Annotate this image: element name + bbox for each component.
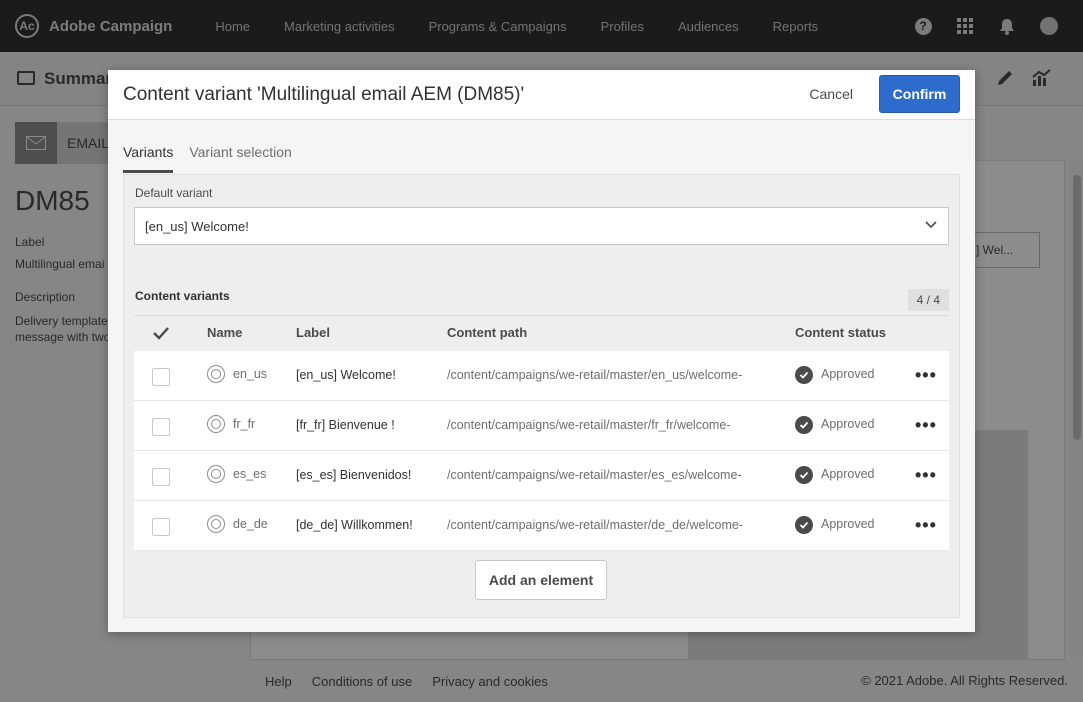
- select-all-check-icon[interactable]: [152, 324, 170, 342]
- dialog-title: Content variant 'Multilingual email AEM …: [123, 84, 525, 105]
- row-checkbox[interactable]: [152, 418, 170, 436]
- cell-status: Approved: [821, 517, 875, 531]
- default-variant-select[interactable]: [en_us] Welcome!: [134, 207, 949, 245]
- more-actions-icon[interactable]: •••: [915, 515, 937, 536]
- cell-status: Approved: [821, 417, 875, 431]
- chevron-down-icon: [925, 221, 937, 229]
- content-variant-dialog: Content variant 'Multilingual email AEM …: [108, 70, 975, 632]
- approved-check-icon: [795, 366, 813, 384]
- approved-check-icon: [795, 416, 813, 434]
- cell-status: Approved: [821, 467, 875, 481]
- table-row[interactable]: de_de [de_de] Willkommen! /content/campa…: [134, 501, 949, 551]
- cell-content-path: /content/campaigns/we-retail/master/fr_f…: [447, 418, 731, 432]
- more-actions-icon[interactable]: •••: [915, 465, 937, 486]
- row-checkbox[interactable]: [152, 518, 170, 536]
- cell-name: fr_fr: [233, 417, 256, 431]
- table-row[interactable]: es_es [es_es] Bienvenidos! /content/camp…: [134, 451, 949, 501]
- variant-count-badge: 4 / 4: [907, 289, 949, 311]
- content-fragment-icon: [207, 365, 225, 383]
- confirm-button[interactable]: Confirm: [879, 75, 960, 113]
- tab-variants[interactable]: Variants: [123, 144, 174, 173]
- column-header-content-path[interactable]: Content path: [447, 325, 527, 340]
- cell-name: en_us: [233, 367, 268, 381]
- column-header-name[interactable]: Name: [207, 325, 242, 340]
- cell-content-path: /content/campaigns/we-retail/master/de_d…: [447, 518, 743, 532]
- cell-label: [es_es] Bienvenidos!: [296, 468, 412, 482]
- more-actions-icon[interactable]: •••: [915, 365, 937, 386]
- content-fragment-icon: [207, 515, 225, 533]
- tab-variant-selection[interactable]: Variant selection: [189, 144, 291, 173]
- approved-check-icon: [795, 516, 813, 534]
- column-header-label[interactable]: Label: [296, 325, 330, 340]
- cancel-button[interactable]: Cancel: [809, 86, 853, 102]
- column-header-content-status[interactable]: Content status: [795, 325, 886, 340]
- add-element-button[interactable]: Add an element: [475, 560, 607, 600]
- cell-status: Approved: [821, 367, 875, 381]
- row-checkbox[interactable]: [152, 368, 170, 386]
- table-row[interactable]: fr_fr [fr_fr] Bienvenue ! /content/campa…: [134, 401, 949, 451]
- approved-check-icon: [795, 466, 813, 484]
- default-variant-value: [en_us] Welcome!: [145, 219, 249, 234]
- more-actions-icon[interactable]: •••: [915, 415, 937, 436]
- content-fragment-icon: [207, 465, 225, 483]
- variants-table: Name Label Content path Content status e…: [134, 315, 949, 551]
- cell-label: [de_de] Willkommen!: [296, 518, 413, 532]
- cell-content-path: /content/campaigns/we-retail/master/es_e…: [447, 468, 742, 482]
- dialog-header: Content variant 'Multilingual email AEM …: [108, 70, 975, 120]
- table-header: Name Label Content path Content status: [134, 315, 949, 351]
- content-fragment-icon: [207, 415, 225, 433]
- default-variant-label: Default variant: [135, 186, 213, 200]
- content-variants-label: Content variants: [135, 289, 230, 303]
- variants-content: Default variant [en_us] Welcome! Content…: [123, 174, 960, 618]
- row-checkbox[interactable]: [152, 468, 170, 486]
- cell-label: [fr_fr] Bienvenue !: [296, 418, 395, 432]
- dialog-tabs: Variants Variant selection: [123, 144, 308, 173]
- cell-name: de_de: [233, 517, 268, 531]
- cell-label: [en_us] Welcome!: [296, 368, 396, 382]
- table-row[interactable]: en_us [en_us] Welcome! /content/campaign…: [134, 351, 949, 401]
- cell-content-path: /content/campaigns/we-retail/master/en_u…: [447, 368, 743, 382]
- cell-name: es_es: [233, 467, 267, 481]
